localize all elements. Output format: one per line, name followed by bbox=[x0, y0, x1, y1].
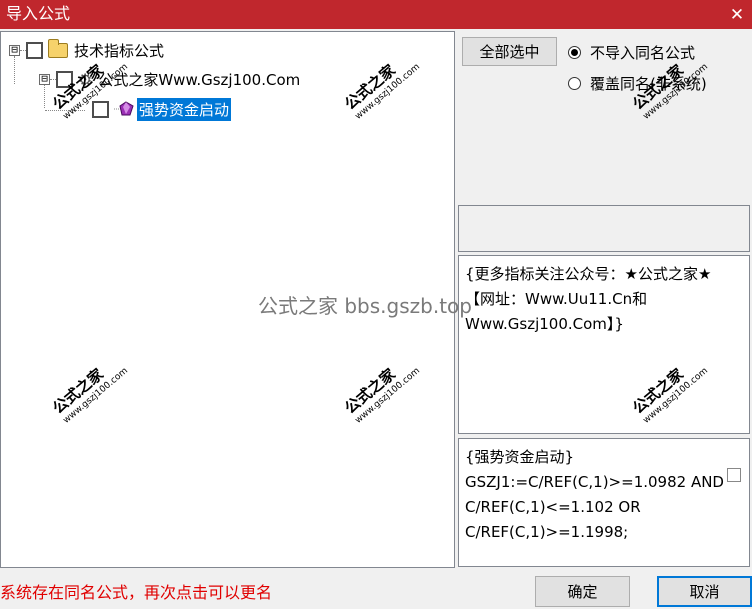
center-watermark: 公式之家 bbs.gszb.top bbox=[258, 294, 472, 318]
collapse-icon[interactable]: ⊟ bbox=[9, 44, 20, 56]
folder-icon bbox=[48, 38, 68, 58]
cancel-button[interactable]: 取消 bbox=[657, 576, 752, 607]
info-text: {更多指标关注公众号：★公式之家★ 【网址：Www.Uu11.Cn和Www.Gs… bbox=[465, 265, 712, 333]
radio-dot-selected[interactable] bbox=[568, 46, 581, 59]
ok-button[interactable]: 确定 bbox=[535, 576, 630, 607]
tree-node-root[interactable]: ⊟ 技术指标公式 bbox=[9, 38, 164, 62]
select-all-button[interactable]: 全部选中 bbox=[462, 37, 557, 66]
tree-node-item[interactable]: 强势资金启动 bbox=[89, 97, 232, 121]
info-panel: {更多指标关注公众号：★公式之家★ 【网址：Www.Uu11.Cn和Www.Gs… bbox=[458, 255, 750, 434]
collapse-icon[interactable]: ⊟ bbox=[39, 73, 50, 85]
checkbox-root[interactable] bbox=[26, 41, 43, 59]
checkbox-item[interactable] bbox=[92, 100, 109, 118]
code-checkbox[interactable] bbox=[727, 468, 741, 482]
title-bar: 导入公式 ✕ bbox=[0, 0, 752, 29]
formula-gem-icon bbox=[114, 101, 134, 117]
tree-node-label-selected: 强势资金启动 bbox=[137, 97, 232, 121]
radio-dot[interactable] bbox=[568, 77, 581, 90]
formula-code-text: {强势资金启动} GSZJ1:=C/REF(C,1)>=1.0982 AND C… bbox=[465, 448, 724, 541]
rename-field[interactable] bbox=[458, 205, 750, 252]
tree-node-label: 公式之家Www.Gszj100.Com bbox=[98, 70, 301, 89]
window-title: 导入公式 bbox=[6, 4, 71, 23]
status-message: 系统存在同名公式，再次点击可以更名 bbox=[0, 583, 273, 602]
formula-code-panel[interactable]: {强势资金启动} GSZJ1:=C/REF(C,1)>=1.0982 AND C… bbox=[458, 438, 750, 567]
close-icon[interactable]: ✕ bbox=[722, 0, 752, 29]
